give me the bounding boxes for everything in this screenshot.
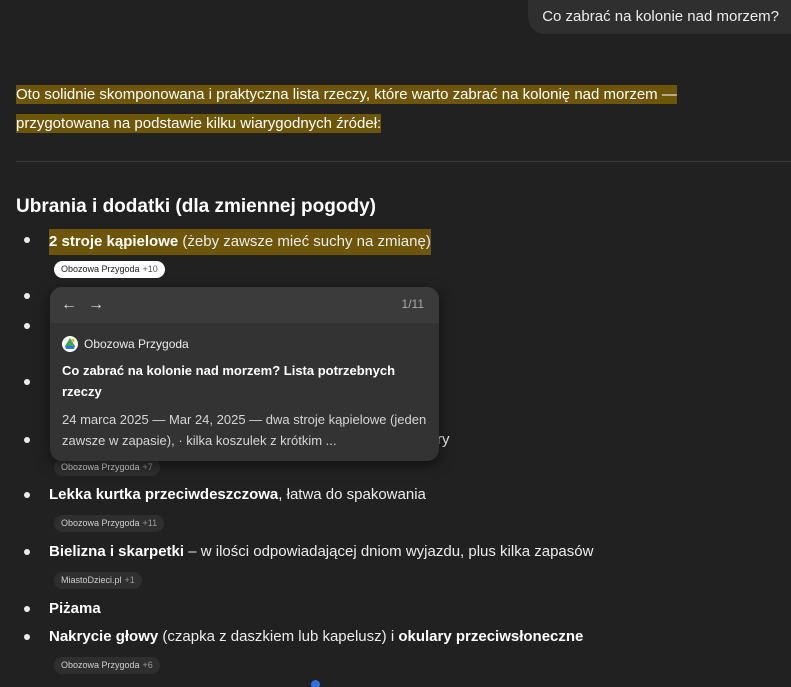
chip-count: +11 [142, 518, 158, 528]
chip-count: +6 [142, 660, 153, 670]
list-item-bold: Nakrycie głowy [49, 628, 159, 645]
list-item-bold: Piżama [49, 600, 101, 617]
divider [16, 161, 791, 162]
list-item-bold: Lekka kurtka przeciwdeszczowa [49, 486, 279, 503]
list-item-rest: , łatwa do spakowania [278, 486, 426, 503]
popover-counter: 1/11 [401, 297, 424, 311]
list-item: Nakrycie głowy (czapka z daszkiem lub ka… [0, 626, 791, 648]
list-item-text: Nakrycie głowy (czapka z daszkiem lub ka… [49, 626, 583, 648]
source-chip[interactable]: Obozowa Przygoda +6 [54, 657, 160, 674]
chip-source: Obozowa Przygoda [61, 462, 140, 472]
arrow-left-icon[interactable]: ← [59, 295, 79, 315]
list-item-rest: (czapka z daszkiem lub kapelusz) i [158, 628, 399, 645]
chip-source: Obozowa Przygoda [61, 518, 140, 528]
bullet [24, 549, 30, 555]
popover-source-name: Obozowa Przygoda [84, 337, 189, 351]
bullet [24, 323, 30, 329]
list-item-text: Lekka kurtka przeciwdeszczowa, łatwa do … [49, 484, 426, 506]
intro-text: Oto solidnie skomponowana i praktyczna l… [16, 85, 677, 133]
source-favicon-icon [62, 336, 78, 352]
chip-source: MiastoDzieci.pl [61, 575, 122, 585]
chip-source: Obozowa Przygoda [61, 264, 140, 274]
user-message-bubble: Co zabrać na kolonie nad morzem? [528, 0, 791, 34]
bullet [24, 437, 30, 443]
popover-title[interactable]: Co zabrać na kolonie nad morzem? Lista p… [62, 360, 422, 402]
chip-source: Obozowa Przygoda [61, 660, 140, 670]
bullet [24, 606, 30, 612]
list-item-bold: Bielizna i skarpetki [49, 543, 185, 560]
bullet [24, 492, 30, 498]
chip-count: +1 [124, 575, 135, 585]
bullet [24, 293, 30, 299]
list-item: 2 stroje kąpielowe (żeby zawsze mieć suc… [0, 229, 791, 255]
citation-popover[interactable]: ← → 1/11 Obozowa Przygoda Co zabrać na k… [50, 287, 439, 461]
source-chip[interactable]: Obozowa Przygoda +10 [54, 261, 165, 278]
list-item-text: 2 stroje kąpielowe (żeby zawsze mieć suc… [49, 229, 431, 255]
assistant-intro: Oto solidnie skomponowana i praktyczna l… [16, 80, 756, 138]
chip-count: +10 [142, 264, 158, 274]
arrow-right-icon[interactable]: → [86, 295, 106, 315]
bullet [24, 379, 30, 385]
list-item: Lekka kurtka przeciwdeszczowa, łatwa do … [0, 484, 791, 506]
list-item-bold-2: okulary przeciwsłoneczne [398, 628, 584, 645]
list-item-text: Bielizna i skarpetki – w ilości odpowiad… [49, 541, 593, 563]
list-item-rest: (żeby zawsze mieć suchy na zmianę) [178, 233, 431, 250]
section-heading: Ubrania i dodatki (dla zmiennej pogody) [16, 196, 376, 217]
chip-count: +7 [142, 462, 153, 472]
scroll-indicator[interactable] [311, 680, 320, 687]
bullet [24, 634, 30, 640]
bullet [24, 237, 30, 243]
list-item-bold: 2 stroje kąpielowe [49, 233, 179, 250]
source-chip[interactable]: Obozowa Przygoda +11 [54, 515, 165, 532]
list-item-text: Piżama [49, 598, 101, 620]
list-item-rest: – w ilości odpowiadającej dniom wyjazdu,… [184, 543, 594, 560]
popover-header: ← → 1/11 [50, 287, 439, 323]
popover-snippet: 24 marca 2025 — Mar 24, 2025 — dwa stroj… [62, 412, 427, 448]
source-chip[interactable]: Obozowa Przygoda +7 [54, 459, 160, 476]
list-item: Bielizna i skarpetki – w ilości odpowiad… [0, 541, 791, 563]
source-chip[interactable]: MiastoDzieci.pl +1 [54, 572, 142, 589]
chat-page: Co zabrać na kolonie nad morzem? Oto sol… [0, 0, 791, 687]
list-item: Piżama [0, 598, 791, 620]
